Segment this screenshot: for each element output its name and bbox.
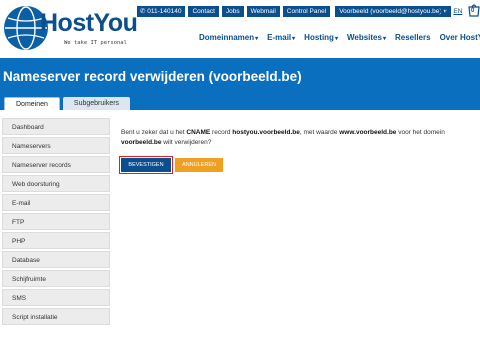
chevron-down-icon: ▾	[382, 36, 386, 42]
sidebar: Dashboard Nameservers Nameserver records…	[2, 118, 110, 327]
contact-link[interactable]: Contact	[188, 6, 219, 17]
message-text: wilt verwijderen?	[161, 139, 212, 146]
nav-label: Domeinnamen	[199, 33, 255, 42]
sidebar-item-dashboard[interactable]: Dashboard	[2, 118, 110, 135]
page-banner: Nameserver record verwijderen (voorbeeld…	[0, 58, 480, 110]
chevron-down-icon: ▾	[292, 36, 296, 42]
record-type: CNAME	[186, 129, 211, 136]
nav-email[interactable]: E-mail▾	[267, 33, 295, 42]
top-bar: ✆ 011-140140 Contact Jobs Webmail Contro…	[137, 6, 451, 17]
phone-link[interactable]: ✆ 011-140140	[137, 6, 186, 17]
tab-subgebruikers[interactable]: Subgebruikers	[62, 97, 131, 110]
phone-number: 011-140140	[147, 8, 182, 15]
jobs-link[interactable]: Jobs	[221, 6, 244, 17]
sidebar-item-php[interactable]: PHP	[2, 232, 110, 249]
lang-nl[interactable]: NL	[440, 8, 448, 15]
sidebar-item-script-installatie[interactable]: Script installatie	[2, 308, 110, 325]
confirm-message: Bent u zeker dat u het CNAME record host…	[121, 128, 476, 148]
confirm-button[interactable]: BEVESTIGEN	[119, 156, 173, 174]
sidebar-item-nameserver-records[interactable]: Nameserver records	[2, 156, 110, 173]
brand-name: HostYou	[40, 9, 138, 37]
nav-label: Websites	[346, 33, 382, 42]
message-text: Bent u zeker dat u het	[121, 129, 187, 136]
message-text: , met waarde	[299, 129, 340, 136]
main-nav: Domeinnamen▾ E-mail▾ Hosting▾ Websites▾ …	[199, 33, 480, 42]
nav-websites[interactable]: Websites▾	[347, 33, 386, 42]
nav-label: Hosting	[304, 33, 334, 42]
action-buttons: BEVESTIGEN ANNULEREN	[119, 156, 223, 174]
chevron-down-icon: ▾	[255, 36, 259, 42]
message-text: record	[210, 129, 233, 136]
nav-domeinnamen[interactable]: Domeinnamen▾	[199, 33, 258, 42]
control-panel-link[interactable]: Control Panel	[282, 6, 331, 17]
brand-tagline: We take IT personal	[64, 40, 127, 46]
message-text: voor het domein	[396, 129, 445, 136]
cart-icon[interactable]: 0	[468, 3, 480, 17]
tab-domeinen[interactable]: Domeinen	[4, 97, 60, 110]
sidebar-item-nameservers[interactable]: Nameservers	[2, 137, 110, 154]
tab-bar: Domeinen Subgebruikers	[4, 97, 131, 110]
language-switch: NL | EN	[440, 8, 462, 15]
nav-label: E-mail	[267, 33, 292, 42]
nav-hosting[interactable]: Hosting▾	[304, 33, 338, 42]
nav-label: Over HostYou	[439, 33, 480, 42]
sidebar-item-web-doorsturing[interactable]: Web doorsturing	[2, 175, 110, 192]
sidebar-item-ftp[interactable]: FTP	[2, 213, 110, 230]
user-menu[interactable]: Voorbeeld (voorbeeld@hostyou.be) ▾	[335, 6, 451, 17]
logo[interactable]: HostYou We take IT personal	[4, 4, 144, 52]
sidebar-item-sms[interactable]: SMS	[2, 289, 110, 306]
nav-resellers[interactable]: Resellers	[395, 33, 431, 42]
page-title: Nameserver record verwijderen (voorbeeld…	[3, 69, 302, 84]
sidebar-item-schijfruimte[interactable]: Schijfruimte	[2, 270, 110, 287]
nav-label: Resellers	[394, 33, 431, 42]
nav-over-hostyou[interactable]: Over HostYou	[440, 33, 480, 42]
domain-name: voorbeeld.be	[121, 139, 162, 146]
record-name: hostyou.voorbeeld.be	[232, 129, 300, 136]
webmail-link[interactable]: Webmail	[246, 6, 280, 17]
sidebar-item-database[interactable]: Database	[2, 251, 110, 268]
record-value: www.voorbeeld.be	[339, 129, 397, 136]
chevron-down-icon: ▾	[334, 36, 338, 42]
sidebar-item-email[interactable]: E-mail	[2, 194, 110, 211]
cart-count: 0	[471, 8, 475, 14]
header: HostYou We take IT personal ✆ 011-140140…	[0, 0, 480, 58]
lang-en[interactable]: EN	[453, 8, 462, 15]
lang-separator: |	[449, 8, 452, 15]
cancel-button[interactable]: ANNULEREN	[175, 158, 223, 172]
